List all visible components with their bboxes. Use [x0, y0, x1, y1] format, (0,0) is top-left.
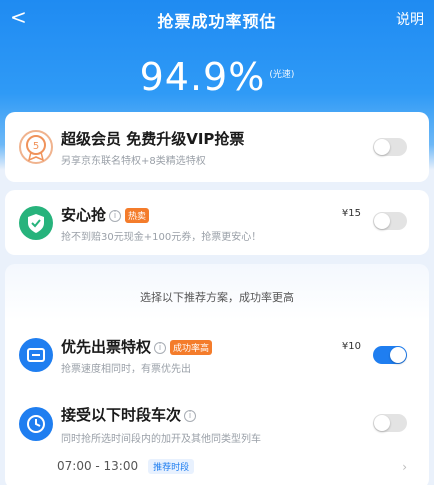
priority-price: ¥10 [341, 341, 361, 352]
info-icon[interactable]: i [154, 341, 167, 354]
vip-upgrade-card[interactable]: 5 超级会员 免费升级VIP抢票 另享京东联名特权+8类精选特权 [5, 112, 429, 182]
priority-toggle[interactable] [373, 346, 407, 364]
help-link[interactable]: 说明 [396, 9, 424, 29]
vip-medal-icon: 5 [19, 130, 53, 164]
peace-title: 安心抢 i 热卖 [61, 204, 150, 225]
chevron-right-icon[interactable]: › [402, 460, 407, 474]
recommend-note: 选择以下推荐方案，成功率更高 [140, 291, 294, 304]
info-icon[interactable]: i [184, 409, 197, 422]
peace-subtitle: 抢不到赔30元现金+100元券，抢票更安心！ [61, 232, 262, 243]
vip-subtitle: 另享京东联名特权+8类精选特权 [61, 156, 206, 167]
recommended-tag: 推荐时段 [148, 459, 195, 474]
time-slot-subtitle: 同时抢所选时间段内的加开及其他同类型列车 [61, 434, 261, 445]
svg-text:5: 5 [33, 141, 39, 152]
info-icon[interactable]: i [109, 209, 122, 222]
success-rate: 94.9% (光速) [0, 55, 434, 99]
time-slot-title-text: 接受以下时段车次 [61, 406, 182, 424]
time-range-row[interactable]: 07:00 - 13:00 推荐时段 [57, 459, 195, 474]
success-rate-tag: (光速) [269, 70, 295, 80]
priority-subtitle: 抢票速度相同时，有票优先出 [61, 364, 191, 375]
peace-of-mind-card[interactable]: 安心抢 i 热卖 抢不到赔30元现金+100元券，抢票更安心！ ¥15 [5, 190, 429, 255]
peace-title-text: 安心抢 [61, 206, 107, 224]
priority-title: 优先出票特权 i 成功率高 [61, 336, 213, 357]
priority-title-text: 优先出票特权 [61, 338, 152, 356]
ticket-icon [19, 338, 53, 372]
shield-check-icon [19, 206, 53, 240]
hot-badge: 热卖 [125, 208, 150, 223]
success-rate-value: 94.9% [139, 55, 266, 99]
peace-price: ¥15 [341, 208, 361, 219]
time-range: 07:00 - 13:00 [57, 459, 139, 473]
recommend-card: 选择以下推荐方案，成功率更高 优先出票特权 i 成功率高 抢票速度相同时，有票优先出… [5, 264, 429, 485]
clock-icon [19, 407, 53, 441]
success-badge: 成功率高 [170, 340, 213, 355]
vip-title: 超级会员 免费升级VIP抢票 [61, 130, 245, 148]
vip-toggle[interactable] [373, 138, 407, 156]
page-title: 抢票成功率预估 [157, 12, 277, 31]
time-slot-title: 接受以下时段车次 i [61, 404, 197, 425]
time-slot-toggle[interactable] [373, 414, 407, 432]
peace-toggle[interactable] [373, 212, 407, 230]
